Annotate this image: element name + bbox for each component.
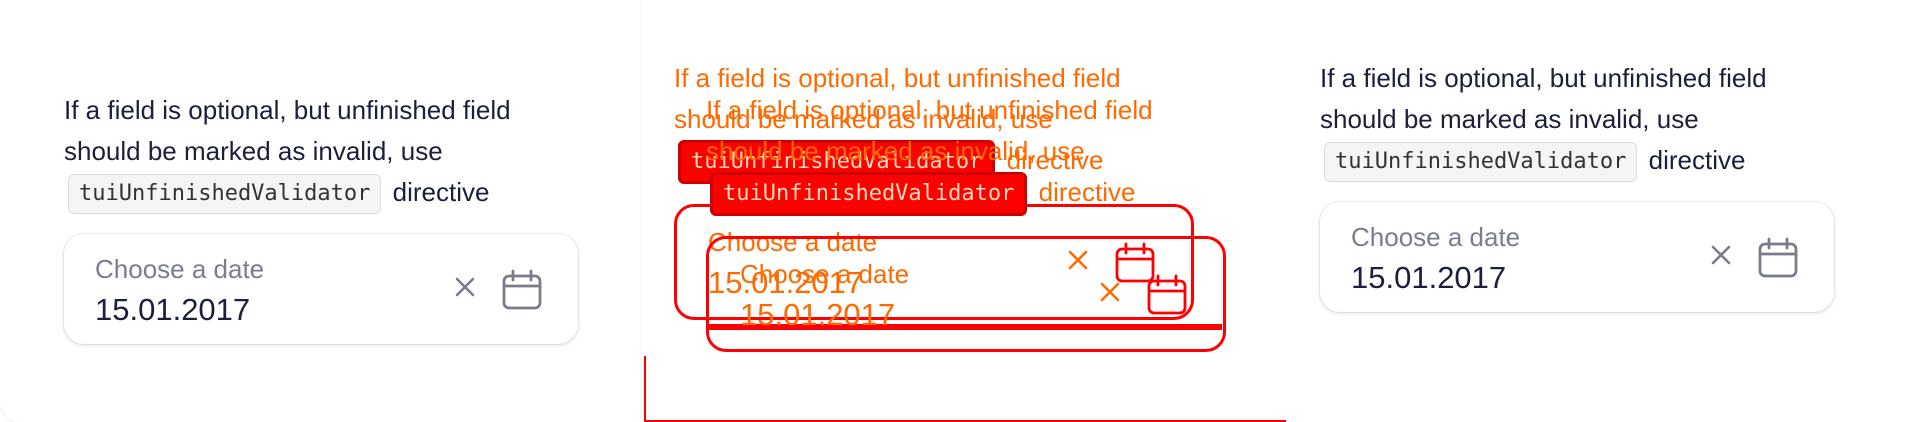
code-snippet: tuiUnfinishedValidator — [1324, 142, 1638, 183]
example-block-overlay-b: If a field is optional, but unfinished f… — [706, 90, 1226, 353]
description-prefix: If a field is optional, but unfinished f… — [1320, 63, 1767, 134]
panel-left: If a field is optional, but unfinished f… — [0, 0, 640, 422]
calendar-icon[interactable] — [1756, 236, 1800, 280]
date-input-label: Choose a date — [95, 254, 265, 285]
panel-right: If a field is optional, but unfinished f… — [1286, 0, 1920, 422]
description-prefix: If a field is optional, but unfinished f… — [64, 95, 511, 166]
date-input-label: Choose a date — [1351, 222, 1521, 253]
description-suffix: directive — [1038, 177, 1136, 207]
panel-overlay: If a field is optional, but unfinished f… — [644, 0, 1288, 422]
calendar-icon[interactable] — [500, 268, 544, 312]
code-snippet: tuiUnfinishedValidator — [710, 172, 1028, 217]
date-input[interactable]: Choose a date 15.01.2017 — [706, 236, 1226, 353]
date-input-value[interactable]: 15.01.2017 — [1351, 260, 1506, 296]
overlay-frame-bottom — [644, 356, 1288, 422]
example-block: If a field is optional, but unfinished f… — [1320, 58, 1840, 313]
description-suffix: directive — [392, 177, 490, 207]
date-input-value[interactable]: 15.01.2017 — [95, 292, 250, 328]
close-icon[interactable] — [1706, 240, 1736, 270]
date-input[interactable]: Choose a date 15.01.2017 — [64, 234, 578, 345]
description: If a field is optional, but unfinished f… — [706, 90, 1226, 217]
date-input-value[interactable]: 15.01.2017 — [740, 297, 895, 333]
close-icon[interactable] — [1095, 277, 1125, 307]
description-prefix: If a field is optional, but unfinished f… — [706, 95, 1153, 166]
screen: If a field is optional, but unfinished f… — [0, 0, 1920, 422]
example-block: If a field is optional, but unfinished f… — [64, 90, 584, 345]
date-input-label: Choose a date — [740, 259, 910, 290]
close-icon[interactable] — [450, 272, 480, 302]
code-snippet: tuiUnfinishedValidator — [68, 174, 382, 215]
description: If a field is optional, but unfinished f… — [64, 90, 584, 215]
calendar-icon[interactable] — [1145, 273, 1189, 317]
description-suffix: directive — [1648, 145, 1746, 175]
description: If a field is optional, but unfinished f… — [1320, 58, 1840, 183]
date-input[interactable]: Choose a date 15.01.2017 — [1320, 202, 1834, 313]
